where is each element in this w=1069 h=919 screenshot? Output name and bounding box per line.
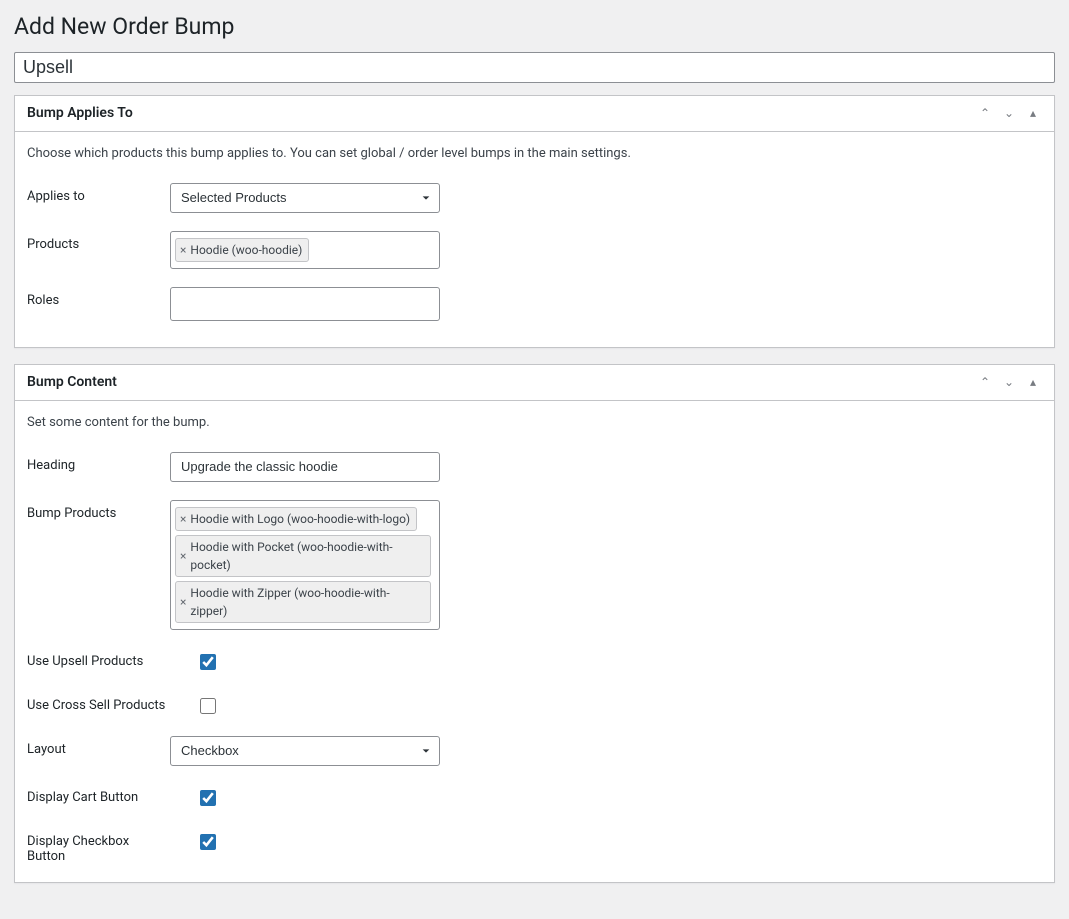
heading-label: Heading xyxy=(27,452,170,473)
products-label: Products xyxy=(27,231,170,252)
bump-product-tag-label: Hoodie with Pocket (woo-hoodie-with-pock… xyxy=(190,538,424,574)
roles-multiselect[interactable] xyxy=(170,287,440,321)
tag-remove-icon[interactable]: × xyxy=(180,547,186,565)
panel-title: Bump Applies To xyxy=(27,105,133,121)
display-cart-label: Display Cart Button xyxy=(27,784,170,805)
applies-to-select[interactable]: Selected Products xyxy=(170,183,440,213)
move-down-icon[interactable]: ⌄ xyxy=(1000,104,1018,122)
panel-header: Bump Content ⌃ ⌄ ▴ xyxy=(15,365,1054,401)
tag-remove-icon[interactable]: × xyxy=(180,241,186,259)
display-checkbox-checkbox[interactable] xyxy=(200,834,216,850)
panel-description: Choose which products this bump applies … xyxy=(27,144,1042,175)
display-cart-checkbox[interactable] xyxy=(200,790,216,806)
panel-title: Bump Content xyxy=(27,374,117,390)
bump-products-multiselect[interactable]: × Hoodie with Logo (woo-hoodie-with-logo… xyxy=(170,500,440,630)
tag-remove-icon[interactable]: × xyxy=(180,593,186,611)
layout-label: Layout xyxy=(27,736,170,757)
use-cross-sell-label: Use Cross Sell Products xyxy=(27,692,170,713)
page-title: Add New Order Bump xyxy=(0,0,1069,52)
move-up-icon[interactable]: ⌃ xyxy=(976,373,994,391)
bump-product-tag-label: Hoodie with Zipper (woo-hoodie-with-zipp… xyxy=(190,584,424,620)
heading-input[interactable] xyxy=(170,452,440,482)
products-multiselect[interactable]: × Hoodie (woo-hoodie) xyxy=(170,231,440,269)
bump-product-tag: × Hoodie with Pocket (woo-hoodie-with-po… xyxy=(175,535,431,577)
move-down-icon[interactable]: ⌄ xyxy=(1000,373,1018,391)
panel-header: Bump Applies To ⌃ ⌄ ▴ xyxy=(15,96,1054,132)
product-tag-label: Hoodie (woo-hoodie) xyxy=(190,241,302,259)
use-cross-sell-checkbox[interactable] xyxy=(200,698,216,714)
use-upsell-checkbox[interactable] xyxy=(200,654,216,670)
move-up-icon[interactable]: ⌃ xyxy=(976,104,994,122)
tag-remove-icon[interactable]: × xyxy=(180,510,186,528)
applies-to-label: Applies to xyxy=(27,183,170,204)
product-tag: × Hoodie (woo-hoodie) xyxy=(175,238,309,262)
bump-products-label: Bump Products xyxy=(27,500,170,521)
roles-label: Roles xyxy=(27,287,170,308)
use-upsell-label: Use Upsell Products xyxy=(27,648,170,669)
panel-description: Set some content for the bump. xyxy=(27,413,1042,444)
collapse-icon[interactable]: ▴ xyxy=(1024,373,1042,391)
bump-product-tag: × Hoodie with Zipper (woo-hoodie-with-zi… xyxy=(175,581,431,623)
bump-product-tag-label: Hoodie with Logo (woo-hoodie-with-logo) xyxy=(190,510,410,528)
panel-bump-content: Bump Content ⌃ ⌄ ▴ Set some content for … xyxy=(14,364,1055,883)
panel-bump-applies-to: Bump Applies To ⌃ ⌄ ▴ Choose which produ… xyxy=(14,95,1055,348)
collapse-icon[interactable]: ▴ xyxy=(1024,104,1042,122)
title-input[interactable] xyxy=(14,52,1055,83)
display-checkbox-label: Display Checkbox Button xyxy=(27,828,170,864)
layout-select[interactable]: Checkbox xyxy=(170,736,440,766)
bump-product-tag: × Hoodie with Logo (woo-hoodie-with-logo… xyxy=(175,507,417,531)
